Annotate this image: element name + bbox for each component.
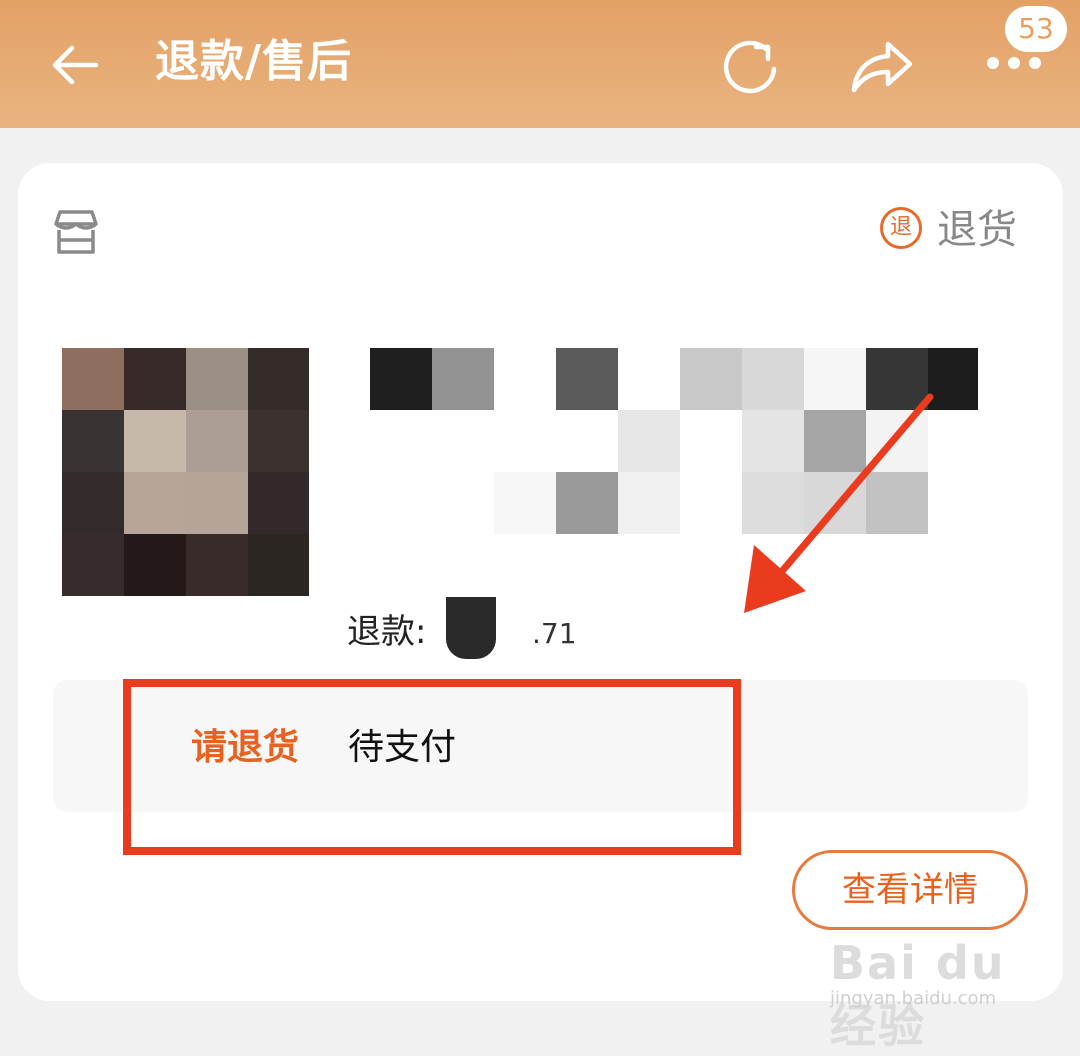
more-dots-icon — [987, 57, 1041, 69]
return-tag-icon: 退 — [880, 207, 922, 249]
refund-amount-redaction — [446, 597, 496, 659]
back-button[interactable] — [50, 40, 100, 90]
watermark-line2: jingyan.baidu.com — [830, 988, 997, 1009]
refund-amount-suffix: .71 — [532, 617, 577, 650]
store-icon — [50, 206, 102, 258]
product-thumbnail[interactable] — [62, 348, 309, 596]
share-button[interactable] — [848, 36, 916, 96]
baidu-jingyan-watermark: Bai du 经验 jingyan.baidu.com — [830, 918, 1050, 1053]
refresh-button[interactable] — [718, 35, 782, 99]
return-type-label: 退货 — [937, 207, 1017, 253]
page-title: 退款/售后 — [155, 36, 353, 87]
highlight-annotation-box — [123, 679, 741, 855]
message-count-badge: 53 — [1005, 6, 1067, 52]
arrow-left-icon — [52, 45, 99, 85]
share-icon — [851, 41, 913, 93]
annotation-arrow-icon — [744, 393, 934, 613]
refresh-icon — [723, 40, 777, 94]
refund-amount-label: 退款: — [347, 612, 427, 652]
